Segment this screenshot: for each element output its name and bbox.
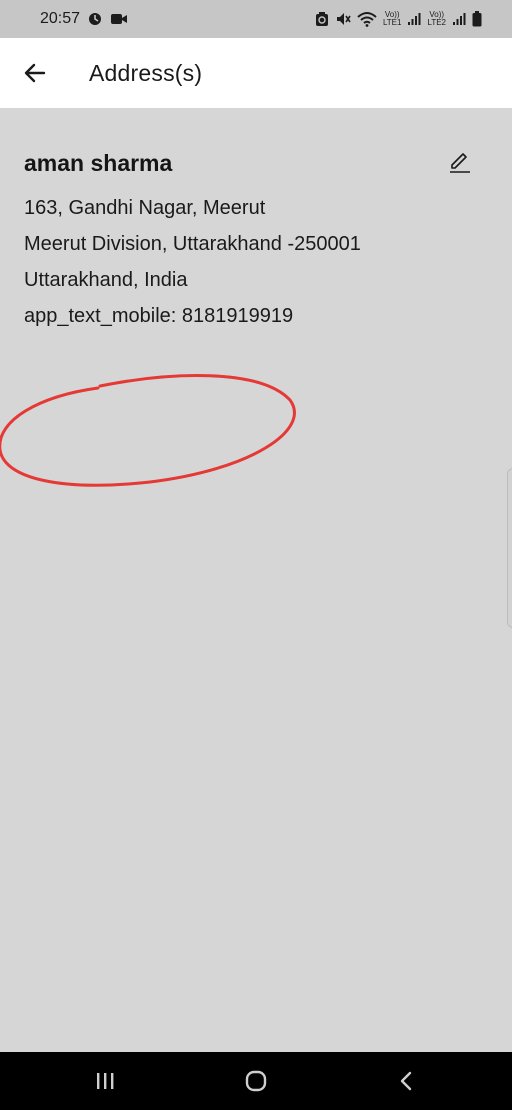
notification-app-icon — [88, 12, 102, 26]
recent-apps-button[interactable] — [75, 1052, 135, 1110]
home-button[interactable] — [226, 1052, 286, 1110]
sim2-lte-tag: Vo)) LTE2 — [427, 11, 446, 27]
nav-back-button[interactable] — [377, 1052, 437, 1110]
pencil-icon — [448, 150, 472, 174]
status-time: 20:57 — [40, 10, 81, 27]
video-camera-icon — [110, 12, 128, 26]
mute-icon — [335, 11, 351, 27]
arrow-left-icon — [23, 61, 47, 85]
chevron-left-icon — [397, 1070, 417, 1092]
signal-sim1-icon — [407, 12, 421, 26]
recent-apps-icon — [94, 1071, 116, 1091]
edit-address-button[interactable] — [444, 146, 476, 178]
status-bar: 20:57 Vo)) LTE1 Vo)) LTE2 — [0, 0, 512, 38]
system-nav-bar — [0, 1052, 512, 1110]
address-list: aman sharma 163, Gandhi Nagar, Meerut Me… — [0, 108, 512, 1052]
battery-icon — [472, 11, 482, 27]
sim2-label-bottom: LTE2 — [427, 18, 446, 27]
address-card[interactable]: aman sharma 163, Gandhi Nagar, Meerut Me… — [24, 148, 484, 334]
data-saver-icon — [315, 11, 329, 27]
address-line-3: Uttarakhand, India — [24, 269, 188, 291]
edge-panel-handle[interactable] — [507, 468, 512, 628]
back-button[interactable] — [0, 38, 70, 108]
app-bar: Address(s) — [0, 38, 512, 108]
red-circle-annotation — [0, 370, 310, 505]
status-left: 20:57 — [40, 10, 128, 28]
screen: 20:57 Vo)) LTE1 Vo)) LTE2 Address(s) ama… — [0, 0, 512, 1110]
page-title: Address(s) — [89, 59, 203, 86]
sim1-lte-tag: Vo)) LTE1 — [383, 11, 402, 27]
wifi-icon — [357, 11, 377, 27]
status-right: Vo)) LTE1 Vo)) LTE2 — [315, 11, 482, 27]
address-name: aman sharma — [24, 150, 173, 176]
address-line-2: Meerut Division, Uttarakhand -250001 — [24, 233, 361, 255]
address-mobile: app_text_mobile: 8181919919 — [24, 305, 294, 327]
sim1-label-bottom: LTE1 — [382, 18, 402, 27]
address-line-1: 163, Gandhi Nagar, Meerut — [24, 197, 266, 219]
signal-sim2-icon — [452, 12, 466, 26]
home-icon — [244, 1069, 268, 1093]
